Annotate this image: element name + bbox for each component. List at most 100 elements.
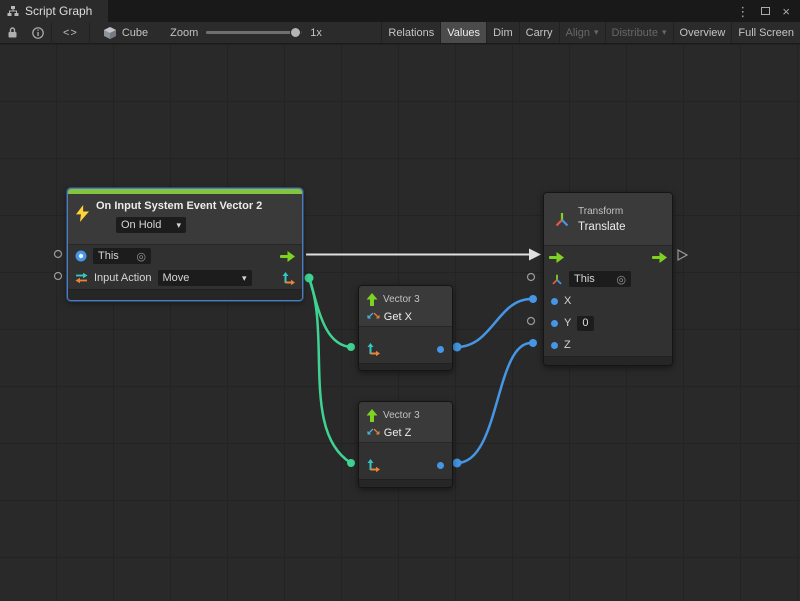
graph-hierarchy-icon xyxy=(7,5,19,17)
control-output-arrow-icon[interactable] xyxy=(652,252,667,263)
lightning-icon xyxy=(76,205,89,222)
event-node-footer xyxy=(68,289,302,300)
getz-header: Vector 3 ↙↘ Get Z xyxy=(359,402,452,442)
zoom-slider-handle[interactable] xyxy=(290,27,301,38)
chevron-down-icon: ▾ xyxy=(662,28,667,37)
zoom-label: Zoom xyxy=(170,27,198,39)
relations-button[interactable]: Relations xyxy=(381,22,440,43)
tab-title: Script Graph xyxy=(25,4,92,18)
code-icon: <> xyxy=(63,27,78,39)
float-output-dot[interactable] xyxy=(437,462,444,469)
graph-toolbar: <> Cube Zoom 1x Relations Values Dim Car… xyxy=(0,22,800,44)
fullscreen-button[interactable]: Full Screen xyxy=(731,22,800,43)
y-value-field[interactable]: 0 xyxy=(577,316,594,331)
float-output-dot[interactable] xyxy=(437,346,444,353)
input-action-label: Input Action xyxy=(94,272,152,284)
align-dropdown-button[interactable]: Align▾ xyxy=(559,22,605,43)
info-button[interactable] xyxy=(25,22,51,43)
target-picker-icon[interactable]: ◎ xyxy=(616,273,626,286)
chevron-down-icon: ▾ xyxy=(594,28,599,37)
cube-icon xyxy=(103,26,117,40)
close-icon[interactable]: × xyxy=(782,5,790,18)
getx-ports xyxy=(359,326,452,363)
graph-owner-breadcrumb[interactable]: Cube xyxy=(90,22,156,43)
input-action-dropdown[interactable]: Move ▾ xyxy=(158,270,252,286)
vector-input-icon[interactable] xyxy=(367,343,380,356)
getx-footer xyxy=(359,363,452,370)
this-target-chip[interactable]: This ◎ xyxy=(93,248,151,264)
event-mode-value: On Hold xyxy=(121,219,161,231)
port-row-z: Z xyxy=(544,334,672,356)
event-mode-dropdown[interactable]: On Hold ▾ xyxy=(116,217,186,233)
port-z-label: Z xyxy=(564,339,571,351)
get-component-icon: ↙↘ xyxy=(366,427,379,438)
chevron-down-icon: ▾ xyxy=(176,221,181,230)
overview-button[interactable]: Overview xyxy=(673,22,732,43)
port-row-input-action: Input Action Move ▾ xyxy=(68,267,302,289)
node-transform-translate[interactable]: Transform Translate This ◎ xyxy=(543,192,673,366)
port-x-label: X xyxy=(564,295,571,307)
vector2-output-icon[interactable] xyxy=(282,272,295,285)
get-component-icon: ↙↘ xyxy=(366,311,379,322)
port-row-y: Y 0 xyxy=(544,312,672,334)
event-node-ports: This ◎ Input Action Move ▾ xyxy=(68,244,302,289)
port-row-control xyxy=(544,246,672,268)
zoom-value: 1x xyxy=(310,27,322,39)
carry-button[interactable]: Carry xyxy=(519,22,559,43)
maximize-icon[interactable] xyxy=(761,7,770,15)
node-title: Get X xyxy=(384,311,412,323)
vector3-icon xyxy=(366,293,378,306)
y-input-dot[interactable] xyxy=(551,320,558,327)
tab-bar: Script Graph ⋮ × xyxy=(0,0,800,22)
translate-ports: This ◎ X Y 0 Z xyxy=(544,245,672,356)
event-node-header: On Input System Event Vector 2 On Hold ▾ xyxy=(68,194,302,244)
node-title: Translate xyxy=(578,221,626,233)
getz-ports xyxy=(359,442,452,479)
kebab-menu-icon[interactable]: ⋮ xyxy=(736,5,749,18)
dim-button[interactable]: Dim xyxy=(486,22,519,43)
node-title: On Input System Event Vector 2 xyxy=(96,200,262,212)
values-button[interactable]: Values xyxy=(440,22,486,43)
getx-header: Vector 3 ↙↘ Get X xyxy=(359,286,452,326)
tab-script-graph[interactable]: Script Graph xyxy=(0,0,108,22)
getz-footer xyxy=(359,479,452,487)
input-action-icon xyxy=(75,272,88,284)
window-controls: ⋮ × xyxy=(736,0,800,22)
target-picker-icon[interactable]: ◎ xyxy=(136,250,146,263)
vector3-icon xyxy=(366,409,378,422)
lock-button[interactable] xyxy=(0,22,25,43)
input-action-value: Move xyxy=(163,272,190,284)
this-target-chip[interactable]: This ◎ xyxy=(569,271,631,287)
distribute-dropdown-button[interactable]: Distribute▾ xyxy=(605,22,673,43)
node-title: Get Z xyxy=(384,427,412,439)
this-label: This xyxy=(98,250,119,262)
zoom-slider[interactable] xyxy=(206,22,302,44)
control-output-arrow-icon[interactable] xyxy=(280,251,295,262)
vector-input-icon[interactable] xyxy=(367,459,380,472)
getx-port-row xyxy=(359,335,452,363)
port-y-label: Y xyxy=(564,317,571,329)
this-label: This xyxy=(574,273,595,285)
transform-gizmo-icon xyxy=(554,212,570,227)
object-name: Cube xyxy=(122,27,148,39)
getz-port-row xyxy=(359,451,452,479)
toolbar-buttons: Relations Values Dim Carry Align▾ Distri… xyxy=(381,22,800,43)
gameobject-icon xyxy=(75,250,87,262)
lock-icon xyxy=(7,26,18,39)
port-row-this: This ◎ xyxy=(544,268,672,290)
node-get-x[interactable]: Vector 3 ↙↘ Get X xyxy=(358,285,453,371)
port-row-this: This ◎ xyxy=(68,245,302,267)
port-row-x: X xyxy=(544,290,672,312)
node-get-z[interactable]: Vector 3 ↙↘ Get Z xyxy=(358,401,453,488)
translate-footer xyxy=(544,356,672,365)
node-on-input-system-event[interactable]: On Input System Event Vector 2 On Hold ▾… xyxy=(67,188,303,301)
code-view-button[interactable]: <> xyxy=(52,22,89,43)
zoom-slider-fill xyxy=(206,31,294,34)
translate-header: Transform Translate xyxy=(544,193,672,245)
node-category: Vector 3 xyxy=(383,410,420,421)
control-input-arrow-icon[interactable] xyxy=(549,252,564,263)
script-graph-window: Script Graph ⋮ × <> Cube xyxy=(0,0,800,601)
z-input-dot[interactable] xyxy=(551,342,558,349)
x-input-dot[interactable] xyxy=(551,298,558,305)
transform-mini-icon xyxy=(551,274,563,285)
